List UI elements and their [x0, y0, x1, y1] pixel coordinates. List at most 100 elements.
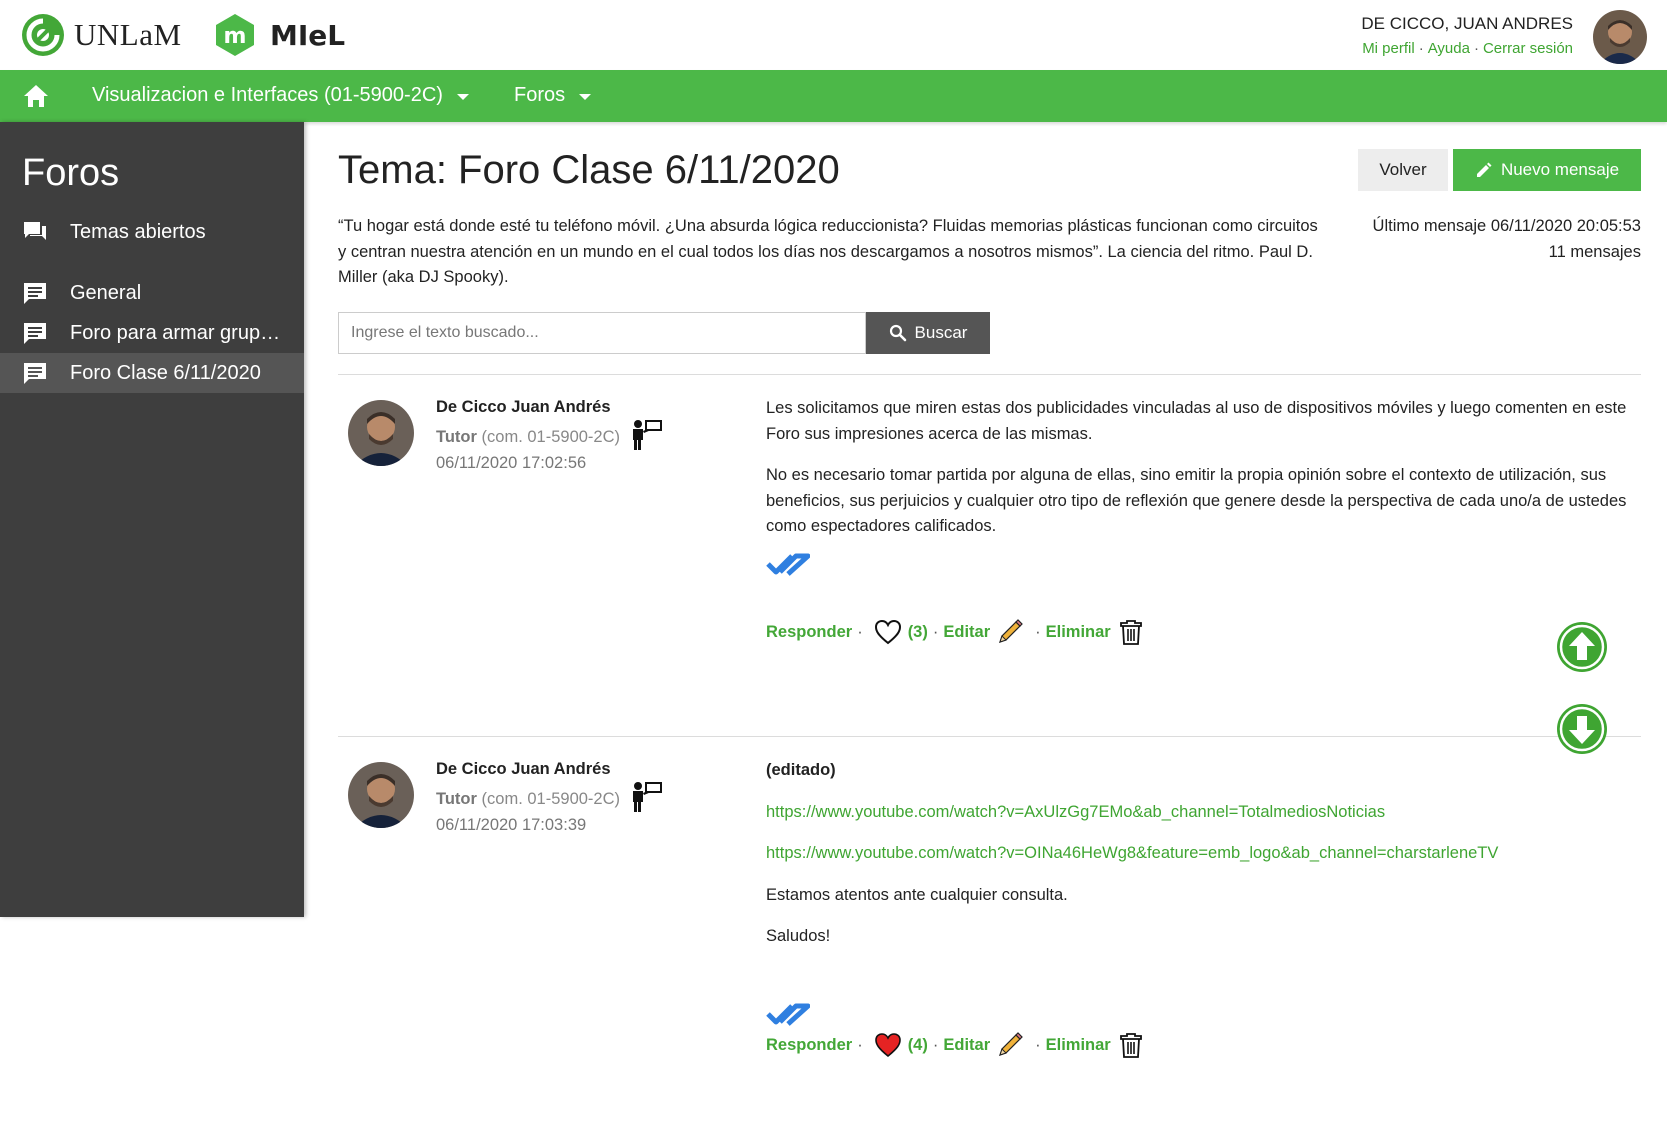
comment-icon: [24, 283, 46, 304]
sidebar-item-label: Temas abiertos: [70, 220, 206, 243]
action-separator: ·: [932, 622, 939, 641]
user-avatar[interactable]: [1593, 10, 1647, 64]
forum-post: De Cicco Juan Andrés Tutor (com. 01-5900…: [338, 374, 1641, 734]
trash-icon[interactable]: [1119, 1031, 1143, 1059]
section-dropdown[interactable]: Foros: [514, 84, 592, 107]
scroll-up-icon[interactable]: [1555, 620, 1609, 674]
sidebar-item-label: Foro para armar grupo...: [70, 321, 285, 344]
action-separator: ·: [932, 1035, 939, 1054]
role-label: Tutor: [436, 790, 477, 808]
edit-button[interactable]: Editar: [943, 623, 990, 642]
post-paragraph: Les solicitamos que miren estas dos publ…: [766, 399, 1627, 443]
read-receipt-icon: [766, 1003, 810, 1026]
search-button[interactable]: Buscar: [866, 312, 990, 354]
unlam-logo-text: UNLaM: [74, 17, 182, 52]
link-separator: ·: [1473, 40, 1479, 57]
message-count: 11 mensajes: [1548, 242, 1641, 261]
miel-logo[interactable]: m MIeL: [212, 12, 345, 58]
top-header: UNLaM m MIeL DE CICCO, JUAN ANDRES Mi pe…: [0, 0, 1667, 70]
commission-label: (com. 01-5900-2C): [481, 790, 621, 808]
comment-icon: [24, 363, 46, 384]
section-dropdown-label: Foros: [514, 84, 566, 106]
miel-logo-icon: m: [216, 14, 254, 56]
heart-filled-icon[interactable]: [874, 1032, 902, 1058]
post-actions: Responder · (4) · Editar · Eliminar: [766, 1030, 1143, 1060]
tutor-icon: [633, 420, 662, 450]
heart-outline-icon[interactable]: [874, 619, 902, 645]
back-button[interactable]: Volver: [1358, 149, 1448, 191]
post-paragraph: Saludos!: [766, 927, 831, 945]
search-button-label: Buscar: [914, 323, 968, 342]
avatar-photo: [1593, 10, 1647, 64]
forum-icon: [24, 222, 46, 240]
action-separator: ·: [857, 622, 863, 641]
post-author[interactable]: De Cicco Juan Andrés: [436, 398, 611, 417]
sidebar-item-class-forum[interactable]: Foro Clase 6/11/2020: [0, 353, 304, 393]
reply-button[interactable]: Responder: [766, 623, 852, 642]
sidebar-item-label: General: [70, 281, 142, 304]
course-dropdown-label: Visualizacion e Interfaces (01-5900-2C): [92, 84, 443, 106]
forums-sidebar: Foros Temas abiertos General Foro para a…: [0, 122, 304, 917]
post-paragraph: No es necesario tomar partida por alguna…: [766, 466, 1627, 535]
delete-button[interactable]: Eliminar: [1046, 1036, 1111, 1055]
unlam-logo-icon: [22, 14, 64, 56]
sidebar-title: Foros: [22, 152, 120, 194]
trash-icon[interactable]: [1119, 618, 1143, 646]
author-avatar[interactable]: [348, 762, 414, 828]
pencil-icon[interactable]: [996, 618, 1024, 646]
post-date: 06/11/2020 17:02:56: [436, 454, 587, 472]
edit-button[interactable]: Editar: [943, 1036, 990, 1055]
page-title: Tema: Foro Clase 6/11/2020: [338, 148, 840, 192]
author-avatar[interactable]: [348, 400, 414, 466]
post-body: Les solicitamos que miren estas dos publ…: [766, 396, 1636, 556]
course-dropdown[interactable]: Visualizacion e Interfaces (01-5900-2C): [92, 84, 469, 107]
search-input[interactable]: [338, 312, 866, 354]
reply-button[interactable]: Responder: [766, 1036, 852, 1055]
avatar-photo: [348, 400, 414, 466]
svg-text:m: m: [224, 24, 247, 49]
pencil-icon: [1476, 162, 1492, 177]
avatar-photo: [348, 762, 414, 828]
new-message-label: Nuevo mensaje: [1500, 160, 1620, 179]
post-role: Tutor (com. 01-5900-2C): [436, 428, 620, 447]
search-icon: [889, 324, 906, 342]
chevron-down-icon: [579, 93, 592, 100]
topic-meta: Último mensaje 06/11/2020 20:05:53 11 me…: [1373, 214, 1641, 265]
sidebar-item-open-topics[interactable]: Temas abiertos: [0, 212, 304, 252]
help-link[interactable]: Ayuda: [1428, 40, 1470, 57]
sidebar-item-general[interactable]: General: [0, 273, 304, 313]
link-separator: ·: [1418, 40, 1424, 57]
pencil-icon[interactable]: [996, 1031, 1024, 1059]
post-actions: Responder · (3) · Editar · Eliminar: [766, 617, 1143, 647]
delete-button[interactable]: Eliminar: [1046, 623, 1111, 642]
profile-link[interactable]: Mi perfil: [1362, 40, 1415, 57]
tutor-icon: [633, 782, 662, 812]
sidebar-item-label: Foro Clase 6/11/2020: [70, 361, 261, 384]
like-count[interactable]: (4): [908, 1036, 928, 1055]
edited-label: (editado): [766, 761, 836, 779]
post-role: Tutor (com. 01-5900-2C): [436, 790, 620, 809]
like-count[interactable]: (3): [908, 623, 928, 642]
new-message-button[interactable]: Nuevo mensaje: [1453, 149, 1641, 191]
read-receipt-icon: [766, 553, 810, 576]
commission-label: (com. 01-5900-2C): [481, 428, 621, 446]
home-icon[interactable]: [22, 83, 50, 109]
last-message-info: Último mensaje 06/11/2020 20:05:53: [1372, 217, 1641, 235]
action-separator: ·: [1035, 1035, 1041, 1054]
post-author[interactable]: De Cicco Juan Andrés: [436, 760, 611, 779]
post-body: (editado) https://www.youtube.com/watch?…: [766, 758, 1636, 966]
unlam-logo[interactable]: UNLaM: [20, 12, 182, 58]
video-link[interactable]: https://www.youtube.com/watch?v=OINa46He…: [766, 844, 1498, 862]
forum-post: De Cicco Juan Andrés Tutor (com. 01-5900…: [338, 736, 1641, 1125]
comment-icon: [24, 323, 46, 344]
video-link[interactable]: https://www.youtube.com/watch?v=AxUlzGg7…: [766, 803, 1385, 821]
user-name: DE CICCO, JUAN ANDRES: [1361, 14, 1573, 33]
main-navbar: Visualizacion e Interfaces (01-5900-2C) …: [0, 70, 1667, 122]
sidebar-item-group-forum[interactable]: Foro para armar grupo...: [0, 313, 304, 353]
post-date: 06/11/2020 17:03:39: [436, 816, 587, 834]
logout-link[interactable]: Cerrar sesión: [1483, 40, 1573, 57]
scroll-down-icon[interactable]: [1555, 702, 1609, 756]
post-paragraph: Estamos atentos ante cualquier consulta.: [766, 885, 1068, 904]
chevron-down-icon: [456, 93, 469, 100]
role-label: Tutor: [436, 428, 477, 446]
